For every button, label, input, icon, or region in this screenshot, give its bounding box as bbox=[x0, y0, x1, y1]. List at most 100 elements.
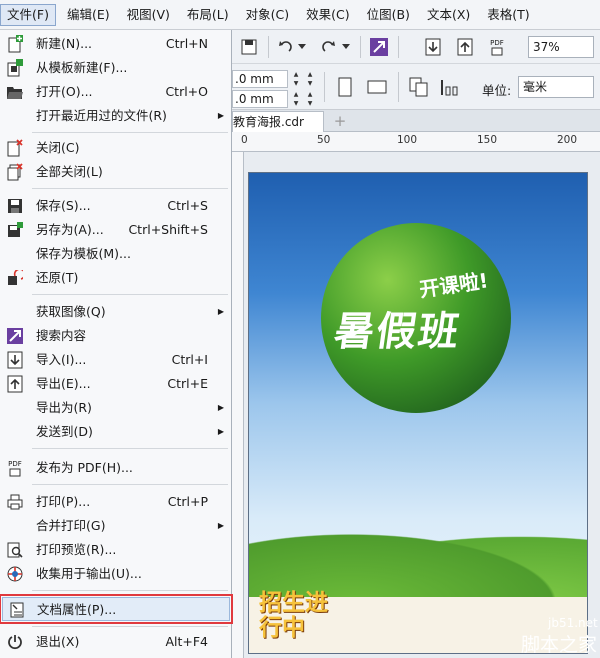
unit-select[interactable]: 毫米 bbox=[518, 76, 594, 98]
menu-item-publish-pdf[interactable]: PDF 发布为 PDF(H)... bbox=[0, 456, 232, 480]
document-tab-bar: 教育海报.cdr + bbox=[232, 110, 600, 132]
all-pages-icon[interactable] bbox=[408, 76, 430, 98]
search-content-icon bbox=[6, 327, 24, 345]
menu-item-open-recent[interactable]: 打开最近用过的文件(R) ▶ bbox=[0, 104, 232, 128]
open-folder-icon bbox=[6, 83, 24, 101]
menu-item-exit[interactable]: 退出(X) Alt+F4 bbox=[0, 630, 232, 654]
export-icon bbox=[6, 375, 24, 393]
save-toolbar-icon[interactable] bbox=[238, 36, 260, 58]
close-all-icon bbox=[6, 163, 24, 181]
vertical-ruler bbox=[232, 152, 244, 658]
menu-bar: 文件(F) 编辑(E) 视图(V) 布局(L) 对象(C) 效果(C) 位图(B… bbox=[0, 0, 600, 30]
watermark-url: jb51.net bbox=[548, 616, 598, 630]
menu-separator bbox=[32, 188, 228, 189]
menu-item-label: 获取图像(Q) bbox=[36, 304, 106, 319]
current-page-icon[interactable] bbox=[438, 76, 460, 98]
submenu-arrow-icon: ▶ bbox=[217, 521, 224, 530]
width-spinner-alt[interactable]: ▲ ▼ bbox=[304, 70, 316, 88]
menu-item-acquire-image[interactable]: 获取图像(Q) ▶ bbox=[0, 300, 232, 324]
width-spinner[interactable]: ▲ ▼ bbox=[290, 70, 302, 88]
submenu-arrow-icon: ▶ bbox=[217, 307, 224, 316]
menu-item-export[interactable]: 导出(E)... Ctrl+E bbox=[0, 372, 232, 396]
menu-item-label: 导入(I)... bbox=[36, 352, 87, 367]
unit-label: 单位: bbox=[482, 83, 512, 98]
menu-object[interactable]: 对象(C) bbox=[240, 4, 295, 26]
menu-item-document-properties[interactable]: 文档属性(P)... bbox=[0, 594, 233, 624]
close-doc-icon bbox=[6, 139, 24, 157]
ruler-label: 0 bbox=[241, 134, 248, 146]
drawing-canvas[interactable]: 开课啦! 暑假班 招生进行中 bbox=[244, 152, 600, 658]
undo-icon[interactable] bbox=[274, 36, 296, 58]
menu-item-open[interactable]: 打开(O)... Ctrl+O bbox=[0, 80, 232, 104]
menu-view[interactable]: 视图(V) bbox=[121, 4, 176, 26]
menu-item-search-content[interactable]: 搜索内容 bbox=[0, 324, 232, 348]
redo-dropdown-icon[interactable] bbox=[340, 36, 352, 58]
poster-badge: 招生进行中 bbox=[259, 590, 328, 641]
publish-pdf-toolbar-icon[interactable]: PDF bbox=[486, 36, 508, 58]
menu-edit[interactable]: 编辑(E) bbox=[61, 4, 116, 26]
width-field[interactable]: .0 mm bbox=[232, 70, 288, 88]
menu-item-close-all[interactable]: 全部关闭(L) bbox=[0, 160, 232, 184]
menu-item-label: 打开最近用过的文件(R) bbox=[36, 108, 167, 123]
submenu-arrow-icon: ▶ bbox=[217, 403, 224, 412]
redo-icon[interactable] bbox=[318, 36, 340, 58]
menu-file[interactable]: 文件(F) bbox=[0, 3, 56, 26]
zoom-level-select[interactable]: 37% bbox=[528, 36, 594, 58]
menu-item-print-preview[interactable]: 打印预览(R)... bbox=[0, 538, 232, 562]
poster-title: 暑假班 bbox=[331, 309, 464, 355]
menu-item-save-as[interactable]: 另存为(A)... Ctrl+Shift+S bbox=[0, 218, 232, 242]
ruler-label: 150 bbox=[477, 134, 498, 146]
template-icon bbox=[6, 59, 24, 77]
document-tab[interactable]: 教育海报.cdr bbox=[232, 111, 324, 132]
import-toolbar-icon[interactable] bbox=[422, 36, 444, 58]
ruler-label: 200 bbox=[557, 134, 578, 146]
menu-item-print[interactable]: 打印(P)... Ctrl+P bbox=[0, 490, 232, 514]
search-content-toolbar-icon[interactable] bbox=[368, 36, 390, 58]
menu-item-label: 打开(O)... bbox=[36, 84, 93, 99]
menu-separator bbox=[32, 448, 228, 449]
menu-item-save-as-template[interactable]: 保存为模板(M)... bbox=[0, 242, 232, 266]
standard-toolbar: PDF 37% bbox=[232, 30, 600, 64]
menu-item-new[interactable]: 新建(N)... Ctrl+N bbox=[0, 32, 232, 56]
new-tab-button[interactable]: + bbox=[330, 111, 350, 131]
landscape-icon[interactable] bbox=[366, 76, 388, 98]
menu-item-send-to[interactable]: 发送到(D) ▶ bbox=[0, 420, 232, 444]
collect-output-icon bbox=[6, 565, 24, 583]
undo-dropdown-icon[interactable] bbox=[296, 36, 308, 58]
print-preview-icon bbox=[6, 541, 24, 559]
exit-icon bbox=[6, 633, 24, 651]
menu-text[interactable]: 文本(X) bbox=[421, 4, 476, 26]
portrait-icon[interactable] bbox=[334, 76, 356, 98]
save-icon bbox=[6, 197, 24, 215]
menu-item-close[interactable]: 关闭(C) bbox=[0, 136, 232, 160]
menu-item-import[interactable]: 导入(I)... Ctrl+I bbox=[0, 348, 232, 372]
menu-layout[interactable]: 布局(L) bbox=[181, 4, 235, 26]
menu-item-label: 全部关闭(L) bbox=[36, 164, 103, 179]
menu-item-shortcut: Ctrl+Shift+S bbox=[128, 222, 208, 237]
height-spinner[interactable]: ▲ ▼ bbox=[290, 90, 302, 108]
height-field[interactable]: .0 mm bbox=[232, 90, 288, 108]
property-bar: .0 mm ▲ ▼ ▲ ▼ .0 mm ▲ ▼ ▲ ▼ 单位: 毫米 bbox=[232, 64, 600, 110]
menu-separator bbox=[32, 132, 228, 133]
pdf-label: PDF bbox=[490, 38, 504, 47]
menu-item-export-for[interactable]: 导出为(R) ▶ bbox=[0, 396, 232, 420]
menu-item-new-from-template[interactable]: 从模板新建(F)... bbox=[0, 56, 232, 80]
menu-item-save[interactable]: 保存(S)... Ctrl+S bbox=[0, 194, 232, 218]
menu-item-label: 文档属性(P)... bbox=[37, 602, 117, 617]
menu-item-collect-for-output[interactable]: 收集用于输出(U)... bbox=[0, 562, 232, 586]
menu-item-label: 新建(N)... bbox=[36, 36, 93, 51]
menu-item-print-merge[interactable]: 合并打印(G) ▶ bbox=[0, 514, 232, 538]
export-toolbar-icon[interactable] bbox=[454, 36, 476, 58]
menu-effects[interactable]: 效果(C) bbox=[300, 4, 355, 26]
menu-item-label: 发送到(D) bbox=[36, 424, 93, 439]
menu-item-revert[interactable]: 还原(T) bbox=[0, 266, 232, 290]
submenu-arrow-icon: ▶ bbox=[217, 427, 224, 436]
menu-item-label: 导出为(R) bbox=[36, 400, 92, 415]
poster-image[interactable]: 开课啦! 暑假班 招生进行中 bbox=[248, 172, 588, 654]
doc-properties-icon bbox=[9, 601, 27, 619]
save-as-icon bbox=[6, 221, 24, 239]
import-icon bbox=[6, 351, 24, 369]
menu-table[interactable]: 表格(T) bbox=[481, 4, 535, 26]
menu-bitmaps[interactable]: 位图(B) bbox=[361, 4, 416, 26]
height-spinner-alt[interactable]: ▲ ▼ bbox=[304, 90, 316, 108]
